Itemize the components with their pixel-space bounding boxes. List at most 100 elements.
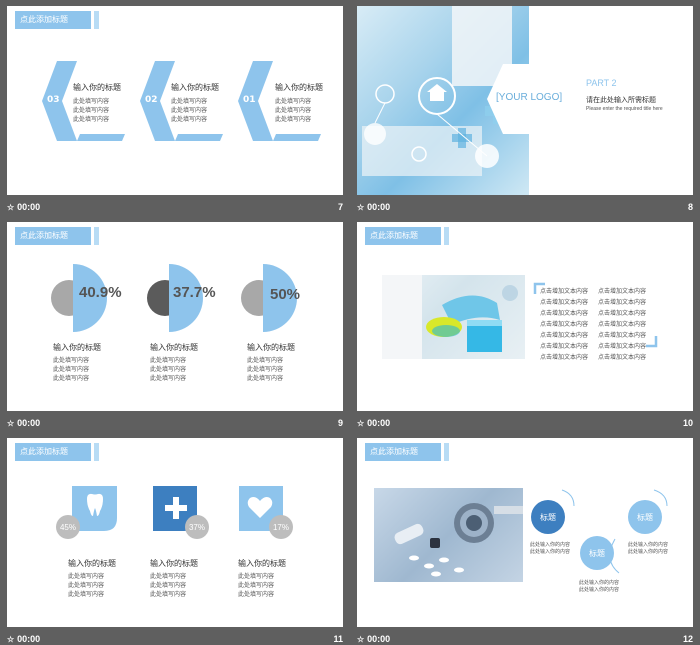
- text-line[interactable]: 点击增加文本内容: [540, 341, 588, 352]
- star-icon: ☆: [7, 203, 15, 212]
- text-column-1: 点击增加文本内容 点击增加文本内容 点击增加文本内容 点击增加文本内容 点击增加…: [540, 286, 588, 363]
- item-line: 此处填写内容: [150, 582, 187, 589]
- item-heading: 输入你的标题: [247, 343, 295, 352]
- slide-7-footer: ☆ 00:00 7: [7, 199, 343, 215]
- item-line: 此处填写内容: [247, 357, 284, 364]
- part-title-en: Please enter the required title here: [586, 106, 663, 112]
- slide-number: 8: [687, 202, 693, 212]
- timing-label: ☆ 00:00: [7, 634, 40, 644]
- item-line: 此处填写内容: [238, 591, 275, 598]
- star-icon: ☆: [7, 635, 15, 644]
- pct-badge: 45%: [59, 523, 76, 532]
- circle-2-text: 此处输入你的内容 此处输入你的内容: [579, 580, 619, 594]
- item-line: 此处填写内容: [73, 98, 110, 105]
- star-icon: ☆: [357, 635, 365, 644]
- circle-line: 此处输入你的内容: [628, 542, 669, 548]
- circle-line: 此处输入你的内容: [579, 580, 620, 586]
- item-line: 此处填写内容: [68, 573, 105, 580]
- item-line: 此处填写内容: [68, 591, 105, 598]
- item-line: 此处填写内容: [275, 98, 312, 105]
- item-line: 此处填写内容: [275, 107, 312, 114]
- slide-number: 12: [682, 634, 693, 644]
- item-3: 输入你的标题 此处填写内容 此处填写内容 此处填写内容: [238, 558, 286, 599]
- text-line[interactable]: 点击增加文本内容: [598, 286, 646, 297]
- pct-value: 37.7%: [173, 284, 216, 301]
- item-line: 此处填写内容: [73, 116, 110, 123]
- text-line[interactable]: 点击增加文本内容: [540, 330, 588, 341]
- circle-3-text: 此处输入你的内容 此处输入你的内容: [628, 542, 668, 556]
- slide-9[interactable]: 点此添加标题 40.9% 37.7% 50% 输入你的标题 此处填写内容 此处填…: [7, 222, 343, 411]
- timing-label: ☆ 00:00: [7, 418, 40, 428]
- slide-11-footer: ☆ 00:00 11: [7, 631, 343, 645]
- item-line: 此处填写内容: [238, 582, 275, 589]
- item-1: 输入你的标题 此处填写内容 此处填写内容 此处填写内容: [53, 342, 101, 383]
- circle-line: 此处输入你的内容: [530, 549, 571, 555]
- text-line[interactable]: 点击增加文本内容: [540, 297, 588, 308]
- item-heading: 输入你的标题: [53, 343, 101, 352]
- item-line: 此处填写内容: [275, 116, 312, 123]
- circle-diagram: [531, 489, 668, 574]
- item-line: 此处填写内容: [150, 591, 187, 598]
- item-line: 此处填写内容: [247, 366, 284, 373]
- item-heading: 输入你的标题: [68, 559, 116, 568]
- item-heading: 输入你的标题: [238, 559, 286, 568]
- star-icon: ☆: [357, 419, 365, 428]
- item-line: 此处填写内容: [150, 375, 187, 382]
- item-line: 此处填写内容: [53, 375, 90, 382]
- logo-placeholder: [YOUR LOGO]: [496, 92, 563, 103]
- text-line[interactable]: 点击增加文本内容: [598, 341, 646, 352]
- item-heading: 输入你的标题: [171, 83, 219, 92]
- text-line[interactable]: 点击增加文本内容: [540, 308, 588, 319]
- slide-11[interactable]: 点此添加标题 45% 37% 17% 输入你的标题 此处填写内容 此处填写内容 …: [7, 438, 343, 627]
- text-line[interactable]: 点击增加文本内容: [598, 352, 646, 363]
- text-line[interactable]: 点击增加文本内容: [540, 352, 588, 363]
- pct-badge: 17%: [272, 523, 289, 532]
- item-line: 此处填写内容: [171, 98, 208, 105]
- slide-12[interactable]: 点此添加标题 标题 标题 标题 此处输入你的内容 此处输入你的内容 此处输入你的…: [357, 438, 693, 627]
- item-line: 此处填写内容: [53, 357, 90, 364]
- item-line: 此处填写内容: [73, 107, 110, 114]
- pct-value: 50%: [270, 286, 301, 303]
- timing-value: 00:00: [17, 634, 41, 644]
- item-line: 此处填写内容: [238, 573, 275, 580]
- circle-line: 此处输入你的内容: [579, 587, 620, 593]
- text-column-2: 点击增加文本内容 点击增加文本内容 点击增加文本内容 点击增加文本内容 点击增加…: [598, 286, 646, 363]
- text-line[interactable]: 点击增加文本内容: [598, 330, 646, 341]
- item-line: 此处填写内容: [247, 375, 284, 382]
- slide-8-footer: ☆ 00:00 8: [357, 199, 693, 215]
- item-line: 此处填写内容: [171, 116, 208, 123]
- item-line: 此处填写内容: [171, 107, 208, 114]
- item-2: 输入你的标题 此处填写内容 此处填写内容 此处填写内容: [150, 558, 198, 599]
- item-heading: 输入你的标题: [150, 559, 198, 568]
- timing-value: 00:00: [367, 634, 391, 644]
- slide-number: 7: [337, 202, 343, 212]
- item-heading: 输入你的标题: [73, 83, 121, 92]
- item-1: 输入你的标题 此处填写内容 此处填写内容 此处填写内容: [68, 558, 116, 599]
- item-number: 02: [145, 95, 158, 105]
- item-line: 此处填写内容: [150, 366, 187, 373]
- item-line: 此处填写内容: [150, 573, 187, 580]
- slide-7[interactable]: 点此添加标题 03 输入你的标题 此处填写内容 此处填写内容 此处填写内容 02…: [7, 6, 343, 195]
- item-line: 此处填写内容: [150, 357, 187, 364]
- slide-10[interactable]: 点此添加标题 点击增加文本内容 点击增加文本内容 点击增加文本内容 点击增加文本…: [357, 222, 693, 411]
- slide-number: 11: [333, 634, 343, 644]
- timing-value: 00:00: [367, 202, 391, 212]
- item-2: 输入你的标题 此处填写内容 此处填写内容 此处填写内容: [150, 342, 198, 383]
- item-3: 输入你的标题 此处填写内容 此处填写内容 此处填写内容: [247, 342, 295, 383]
- timing-label: ☆ 00:00: [357, 418, 390, 428]
- timing-value: 00:00: [17, 202, 41, 212]
- slide-10-footer: ☆ 00:00 10: [357, 415, 693, 431]
- part-label: PART 2: [586, 78, 617, 88]
- text-line[interactable]: 点击增加文本内容: [598, 308, 646, 319]
- text-line[interactable]: 点击增加文本内容: [598, 319, 646, 330]
- slide-8[interactable]: [YOUR LOGO] PART 2 请在此处输入所需标题 Please ent…: [357, 6, 693, 195]
- text-line[interactable]: 点击增加文本内容: [598, 297, 646, 308]
- text-line[interactable]: 点击增加文本内容: [540, 319, 588, 330]
- timing-value: 00:00: [367, 418, 391, 428]
- slide-number: 10: [682, 418, 693, 428]
- slide-9-footer: ☆ 00:00 9: [7, 415, 343, 431]
- pct-value: 40.9%: [79, 284, 122, 301]
- item-line: 此处填写内容: [68, 582, 105, 589]
- text-line[interactable]: 点击增加文本内容: [540, 286, 588, 297]
- part-title-cn: 请在此处输入所需标题: [586, 96, 656, 104]
